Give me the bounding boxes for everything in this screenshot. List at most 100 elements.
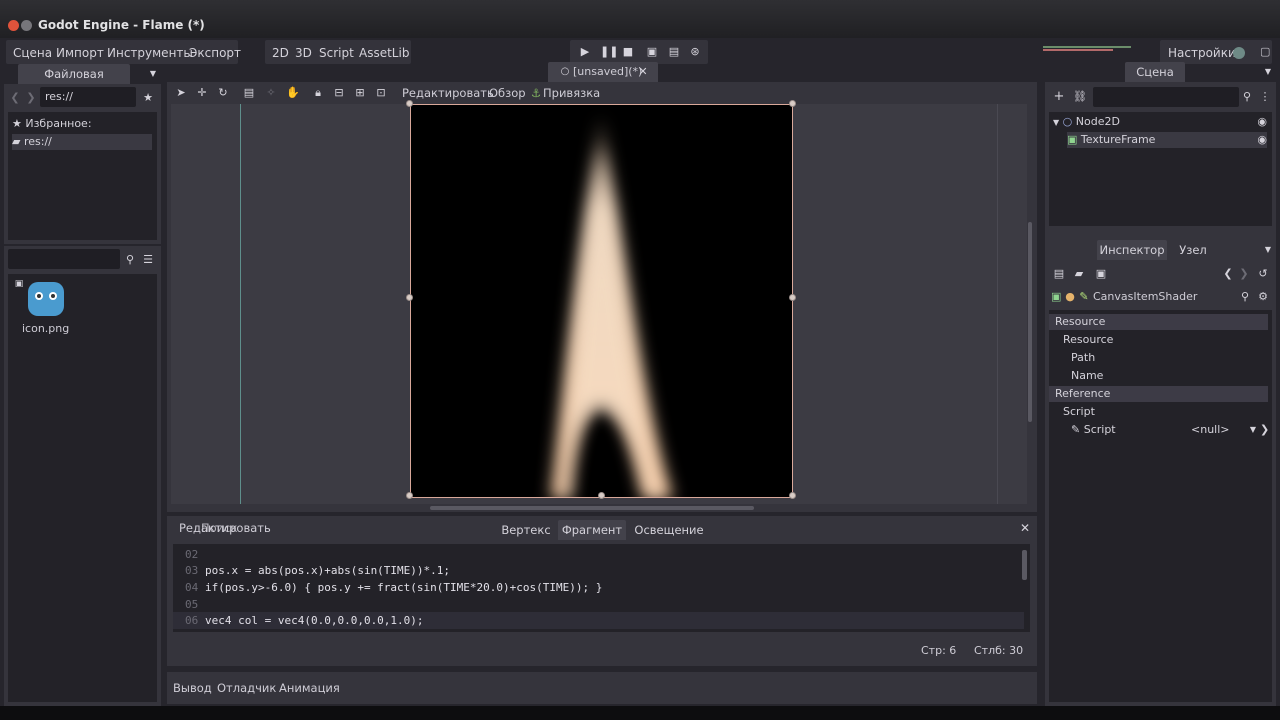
search-icon[interactable]: ⚲ (1239, 291, 1251, 303)
scene-tab[interactable]: ○ [unsaved](*) ✕ (548, 62, 658, 82)
object-settings-icon[interactable]: ⚙ (1257, 291, 1269, 303)
dock-menu-arrow-icon[interactable]: ▼ (1263, 66, 1273, 78)
tree-node-node2d[interactable]: ▼ ○ Node2D ◉ (1053, 114, 1267, 130)
visibility-eye-icon[interactable]: ◉ (1257, 114, 1267, 130)
viewport[interactable] (171, 100, 1027, 504)
section-resource[interactable]: Resource (1049, 314, 1268, 330)
view-menu[interactable]: Обзор (489, 86, 526, 100)
file-item-icon-png[interactable]: ▣ icon.png (14, 278, 74, 342)
script-value[interactable]: <null> (1191, 422, 1230, 438)
tab-lighting[interactable]: Освещение (633, 520, 705, 540)
visibility-eye-icon[interactable]: ◉ (1257, 132, 1267, 148)
tree-node-textureframe[interactable]: ▣ TextureFrame ◉ (1067, 132, 1267, 148)
select-tool-icon[interactable]: ➤ (175, 87, 187, 99)
pivot-tool-icon[interactable]: ✧ (265, 87, 277, 99)
pan-tool-icon[interactable]: ✋ (286, 87, 300, 99)
new-resource-icon[interactable]: ▤ (1053, 268, 1065, 280)
edit-menu[interactable]: Редактировать (402, 86, 494, 100)
lock-icon[interactable]: 🔒︎ (312, 87, 324, 99)
mode-2d[interactable]: 2D (268, 43, 293, 63)
section-reference[interactable]: Reference (1049, 386, 1268, 402)
history-icon[interactable]: ↺ (1257, 268, 1269, 280)
dock-menu-arrow-icon[interactable]: ▼ (148, 68, 158, 80)
fullscreen-icon[interactable]: ▢ (1260, 46, 1270, 58)
snap-menu[interactable]: Привязка (543, 86, 600, 100)
resize-handle-bl[interactable] (406, 492, 413, 499)
scene-filter-input[interactable] (1093, 87, 1239, 107)
code-editor[interactable]: 02 03 pos.x = abs(pos.x)+abs(sin(TIME))*… (173, 544, 1030, 632)
search-icon[interactable]: ⚲ (1241, 91, 1253, 103)
dropdown-arrow-icon[interactable]: ▼ (1249, 424, 1257, 436)
scene-options-icon[interactable]: ⋮ (1259, 91, 1271, 103)
forward-arrow-icon[interactable]: ❯ (26, 92, 36, 104)
viewport-v-scrollbar[interactable] (1028, 222, 1032, 422)
texture-frame[interactable] (410, 104, 793, 498)
tab-node[interactable]: Узел (1173, 240, 1213, 260)
mode-assetlib[interactable]: AssetLib (355, 43, 413, 63)
pause-icon[interactable]: ❚❚ (600, 46, 618, 58)
viewport-boundary-line (997, 104, 998, 504)
list-select-icon[interactable]: ▤ (243, 87, 255, 99)
tree-item-favorites[interactable]: ★ Избранное: (12, 116, 92, 132)
path-field[interactable]: res:// (40, 87, 136, 107)
play-icon[interactable]: ▶ (579, 46, 591, 58)
dock-menu-arrow-icon[interactable]: ▼ (1263, 244, 1273, 256)
tab-output[interactable]: Вывод (173, 681, 212, 695)
resize-handle-tr[interactable] (789, 100, 796, 107)
play-custom-icon[interactable]: ▤ (667, 46, 681, 58)
favorite-star-icon[interactable]: ★ (142, 92, 154, 104)
settings-menu[interactable]: Настройки (1164, 43, 1240, 63)
file-search-input[interactable] (8, 249, 120, 269)
inspected-object-row: ▣ ● ✎ CanvasItemShader ⚲ ⚙ (1051, 288, 1271, 306)
unlock-icon[interactable]: ⊟ (333, 87, 345, 99)
mode-3d[interactable]: 3D (291, 43, 316, 63)
tab-scene[interactable]: Сцена (1125, 62, 1185, 82)
godot-logo-icon (28, 282, 64, 316)
mode-script[interactable]: Script (315, 43, 358, 63)
group-resource[interactable]: Resource (1063, 332, 1113, 348)
rotate-tool-icon[interactable]: ↻ (217, 87, 229, 99)
menu-export[interactable]: Экспорт (185, 43, 245, 63)
link-icon[interactable]: ⛓ (1073, 91, 1087, 103)
tab-inspector[interactable]: Инспектор (1097, 240, 1167, 260)
history-forward-icon[interactable]: ❯ (1239, 268, 1249, 280)
menu-scene[interactable]: Сцена (9, 43, 56, 63)
menu-import[interactable]: Импорт (52, 43, 108, 63)
tab-animation[interactable]: Анимация (279, 681, 340, 695)
chevron-right-icon[interactable]: ❯ (1260, 424, 1269, 436)
debug-icon[interactable]: ⊛ (689, 46, 701, 58)
tab-vertex[interactable]: Вертекс (501, 520, 551, 540)
history-back-icon[interactable]: ❮ (1223, 268, 1233, 280)
viewport-h-scrollbar[interactable] (430, 506, 754, 510)
resize-handle-tl[interactable] (406, 100, 413, 107)
group-script[interactable]: Script (1063, 404, 1095, 420)
play-scene-icon[interactable]: ▣ (645, 46, 659, 58)
resize-handle-bm[interactable] (598, 492, 605, 499)
tab-debugger[interactable]: Отладчик (217, 681, 276, 695)
search-icon[interactable]: ⚲ (124, 254, 136, 266)
open-resource-icon[interactable]: ▰ (1073, 268, 1085, 280)
move-tool-icon[interactable]: ✛ (196, 87, 208, 99)
tab-fragment[interactable]: Фрагмент (558, 520, 626, 540)
group-icon[interactable]: ⊞ (354, 87, 366, 99)
minimize-window-icon[interactable] (21, 20, 32, 31)
resize-handle-mr[interactable] (789, 294, 796, 301)
resize-handle-br[interactable] (789, 492, 796, 499)
save-resource-icon[interactable]: ▣ (1095, 268, 1107, 280)
tab-filesystem[interactable]: Файловая система (18, 64, 130, 101)
code-v-scrollbar[interactable] (1022, 550, 1027, 580)
close-window-icon[interactable] (8, 20, 19, 31)
tree-item-res[interactable]: ▰ res:// (12, 134, 152, 150)
shader-search-menu[interactable]: Поиск (201, 521, 237, 535)
stop-icon[interactable]: ■ (622, 46, 634, 58)
resize-handle-ml[interactable] (406, 294, 413, 301)
close-tab-icon[interactable]: ✕ (638, 66, 648, 78)
add-node-icon[interactable]: + (1053, 90, 1065, 103)
property-script: ✎ Script (1071, 422, 1116, 438)
list-view-icon[interactable]: ☰ (142, 254, 154, 266)
menu-tools[interactable]: Инструменты (103, 43, 197, 63)
back-arrow-icon[interactable]: ❮ (10, 92, 20, 104)
close-shader-editor-icon[interactable]: ✕ (1019, 522, 1031, 534)
cursor-line-status: Стр: 6 (921, 644, 957, 657)
ungroup-icon[interactable]: ⊡ (375, 87, 387, 99)
